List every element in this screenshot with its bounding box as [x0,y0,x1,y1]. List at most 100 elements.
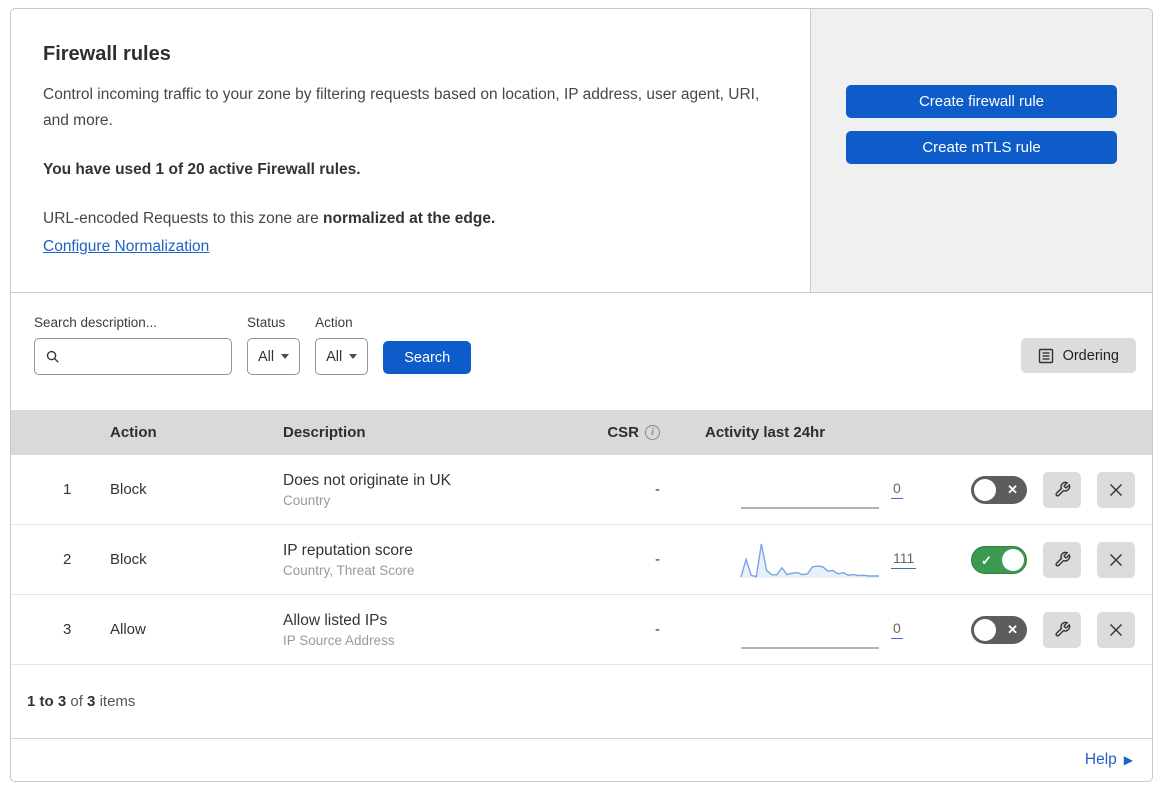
search-input[interactable] [68,348,221,365]
rule-controls [920,611,1152,648]
configure-normalization-link[interactable]: Configure Normalization [43,238,209,256]
status-dropdown-value: All [258,348,275,365]
normalization-bold-text: normalized at the edge. [323,209,496,227]
rule-description-cell: Allow listed IPs IP Source Address [283,612,590,648]
rule-description-cell: IP reputation score Country, Threat Scor… [283,542,590,578]
edit-rule-button[interactable] [1043,611,1081,648]
activity-count-link[interactable]: 0 [891,620,903,639]
help-bar: Help ▶ [11,739,1152,781]
rule-priority: 3 [63,621,72,638]
table-row: 1 Block Does not originate in UK Country… [11,455,1152,525]
rule-description: IP reputation score [283,541,413,559]
action-dropdown[interactable]: All [315,338,369,375]
ordering-button[interactable]: Ordering [1020,338,1136,373]
toggle-state-icon [1007,476,1018,504]
toggle-knob [974,618,996,641]
status-filter-group: Status All [247,315,301,375]
rule-enabled-toggle[interactable] [971,545,1027,575]
delete-rule-button[interactable] [1097,471,1135,508]
activity-sparkline [740,538,880,582]
usage-notice: You have used 1 of 20 active Firewall ru… [43,160,361,178]
action-filter-label: Action [315,315,353,330]
create-mtls-rule-button[interactable]: Create mTLS rule [846,131,1117,164]
rule-activity-cell: 0 [668,468,920,512]
rule-controls [920,541,1152,578]
activity-count-link[interactable]: 0 [891,480,903,499]
rule-action: Block [110,551,147,568]
rule-priority: 1 [63,481,72,498]
ordering-button-label: Ordering [1062,347,1119,364]
normalization-text: URL-encoded Requests to this zone are [43,209,324,227]
column-action: Action [110,424,157,441]
info-icon[interactable]: i [645,425,660,440]
toggle-knob [1002,548,1024,571]
rule-action: Block [110,481,147,498]
rule-fields: Country [283,492,331,508]
table-row: 3 Allow Allow listed IPs IP Source Addre… [11,595,1152,665]
toggle-state-icon [1007,616,1018,644]
page-title: Firewall rules [43,43,171,65]
activity-sparkline [740,468,880,512]
rule-csr-value: - [655,551,660,568]
edit-rule-button[interactable] [1043,471,1081,508]
activity-count-link[interactable]: 111 [891,550,917,569]
rule-description-cell: Does not originate in UK Country [283,472,590,508]
chevron-down-icon [281,354,290,359]
rule-activity-cell: 111 [668,538,920,582]
rule-csr-value: - [655,621,660,638]
page-description: Control incoming traffic to your zone by… [43,86,760,130]
rule-priority: 2 [63,551,72,568]
close-icon [1110,553,1122,566]
rule-controls [920,471,1152,508]
actions-panel: Create firewall rule Create mTLS rule [810,9,1152,292]
firewall-rules-card: Firewall rules Control incoming traffic … [10,8,1153,782]
wrench-icon [1054,621,1070,637]
pagination-items: items [99,693,136,710]
wrench-icon [1054,481,1070,497]
search-icon [46,350,59,363]
column-description: Description [283,424,366,441]
column-csr-label: CSR [607,424,639,441]
column-activity: Activity last 24hr [705,424,826,441]
close-icon [1110,623,1122,636]
pagination-total: 3 [87,693,96,710]
rule-description: Allow listed IPs [283,611,388,629]
table-header: Action Description CSR i Activity last 2… [11,410,1152,455]
delete-rule-button[interactable] [1097,611,1135,648]
filter-controls: Search description... Status All Action … [34,315,472,375]
header-text-area: Firewall rules Control incoming traffic … [11,9,810,292]
help-link[interactable]: Help [1085,751,1117,769]
filter-bar: Search description... Status All Action … [11,293,1152,410]
toggle-knob [974,478,996,501]
action-dropdown-value: All [326,348,343,365]
edit-rule-button[interactable] [1043,541,1081,578]
rule-csr-value: - [655,481,660,498]
header-section: Firewall rules Control incoming traffic … [11,9,1152,293]
rule-activity-cell: 0 [668,608,920,652]
table-row: 2 Block IP reputation score Country, Thr… [11,525,1152,595]
delete-rule-button[interactable] [1097,541,1135,578]
activity-sparkline [740,608,880,652]
rule-fields: Country, Threat Score [283,562,415,578]
search-button[interactable]: Search [383,341,472,374]
wrench-icon [1054,551,1070,567]
close-icon [1110,483,1122,496]
normalization-notice: URL-encoded Requests to this zone are no… [43,207,770,232]
search-field-label: Search description... [34,315,158,330]
action-filter-group: Action All [315,315,369,375]
rule-action: Allow [110,621,146,638]
chevron-down-icon [349,354,358,359]
rule-enabled-toggle[interactable] [971,615,1027,644]
arrow-right-icon[interactable]: ▶ [1124,753,1133,767]
rule-fields: IP Source Address [283,632,395,648]
status-dropdown[interactable]: All [247,338,301,375]
create-firewall-rule-button[interactable]: Create firewall rule [846,85,1117,118]
toggle-state-icon [981,547,992,575]
rule-description: Does not originate in UK [283,471,452,489]
search-field-group: Search description... [34,315,232,375]
status-filter-label: Status [247,315,286,330]
search-box[interactable] [34,338,232,375]
pagination-status: 1 to 3 of 3 items [11,665,1152,739]
rule-enabled-toggle[interactable] [971,475,1027,504]
list-icon [1038,348,1053,363]
